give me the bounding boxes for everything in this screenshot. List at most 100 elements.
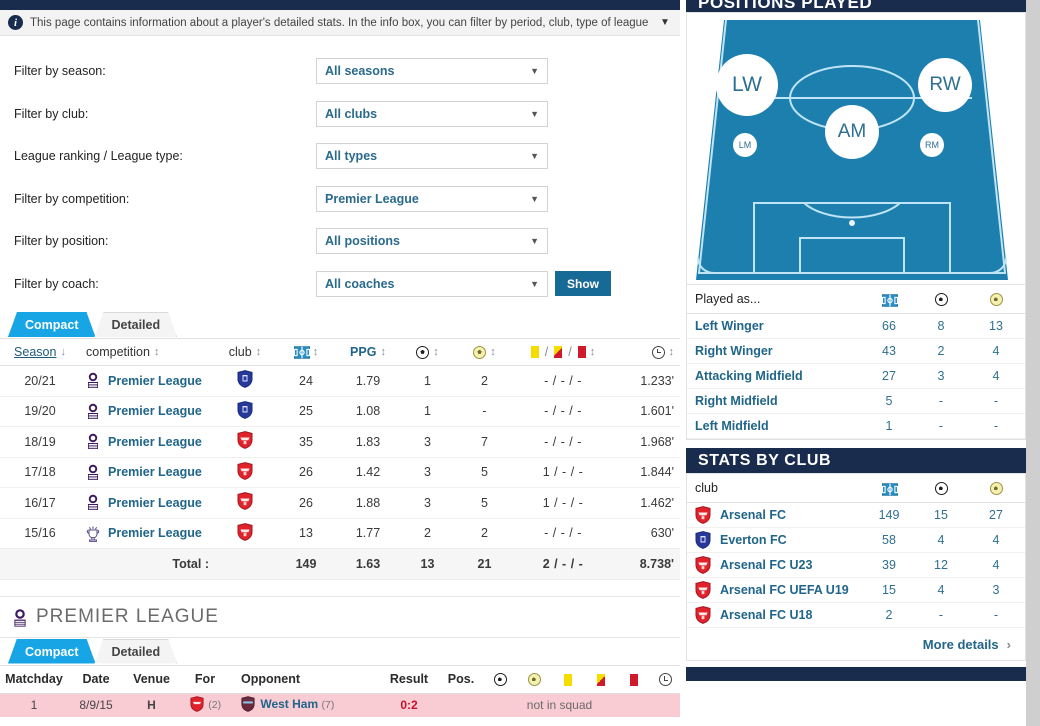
chevron-down-icon[interactable]: ▼ [658, 17, 672, 28]
th-result[interactable]: Result [379, 664, 439, 694]
th-appearances[interactable]: ↕ [275, 338, 337, 366]
club-link[interactable]: Arsenal FC [720, 508, 786, 522]
competition-link[interactable]: Premier League [108, 496, 202, 510]
show-button[interactable]: Show [555, 271, 611, 297]
club-link[interactable]: Arsenal FC UEFA U19 [720, 583, 849, 597]
th-goals[interactable]: ↕ [399, 338, 456, 366]
th-opponent[interactable]: Opponent [231, 664, 379, 694]
cell-position[interactable]: Left Winger [687, 313, 863, 339]
position-marker-am[interactable]: AM [825, 105, 879, 159]
position-link[interactable]: Right Winger [695, 344, 773, 358]
list-item[interactable]: Arsenal FC UEFA U19 15 4 3 [687, 577, 1025, 603]
cell-competition[interactable]: Premier League [80, 518, 215, 549]
list-item[interactable]: Attacking Midfield 27 3 4 [687, 363, 1025, 389]
club-link[interactable]: Everton FC [720, 533, 787, 547]
th-played-as-assists[interactable] [967, 284, 1025, 314]
cell-competition[interactable]: Premier League [80, 396, 215, 427]
th-goals-fixture[interactable] [483, 664, 517, 694]
cell-club[interactable] [215, 487, 275, 519]
opponent-link[interactable]: West Ham [260, 697, 318, 711]
list-item[interactable]: Arsenal FC U18 2 - - [687, 602, 1025, 628]
competition-select[interactable]: Premier League ▼ [316, 185, 548, 212]
list-item[interactable]: Arsenal FC U23 39 12 4 [687, 552, 1025, 578]
position-marker-lm[interactable]: LM [733, 133, 757, 157]
th-club-apps[interactable] [863, 473, 915, 503]
tab-compact-fixtures[interactable]: Compact [8, 639, 95, 664]
cell-club-name[interactable]: Arsenal FC [687, 502, 863, 528]
list-item[interactable]: Arsenal FC 149 15 27 [687, 502, 1025, 528]
th-date[interactable]: Date [68, 664, 124, 694]
season-select[interactable]: All seasons ▼ [316, 58, 548, 85]
table-row[interactable]: 20/21 Premier League 24 1.79 1 2 - / - /… [0, 365, 680, 397]
cell-club[interactable] [215, 365, 275, 397]
th-club-assists[interactable] [967, 473, 1025, 503]
list-item[interactable]: Right Winger 43 2 4 [687, 338, 1025, 364]
list-item[interactable]: Left Winger 66 8 13 [687, 313, 1025, 339]
club-select[interactable]: All clubs ▼ [316, 100, 548, 127]
table-row[interactable]: 18/19 Premier League 35 1.83 3 7 - / - /… [0, 426, 680, 458]
th-matchday[interactable]: Matchday [0, 664, 68, 694]
cell-position[interactable]: Right Winger [687, 338, 863, 364]
cell-club-name[interactable]: Arsenal FC UEFA U19 [687, 577, 863, 603]
tab-detailed-fixtures[interactable]: Detailed [94, 639, 177, 664]
cell-position[interactable]: Attacking Midfield [687, 363, 863, 389]
cell-competition[interactable]: Premier League [80, 487, 215, 519]
th-position[interactable]: Pos. [439, 664, 483, 694]
cell-club[interactable] [215, 457, 275, 488]
tab-detailed[interactable]: Detailed [94, 312, 177, 337]
info-bar[interactable]: i This page contains information about a… [0, 10, 680, 36]
cell-club-name[interactable]: Everton FC [687, 527, 863, 553]
position-select[interactable]: All positions ▼ [316, 228, 548, 255]
table-row[interactable]: 16/17 Premier League 26 1.88 3 5 1 / - /… [0, 487, 680, 519]
table-row[interactable]: 15/16 Premier League 13 1.77 2 2 - / - /… [0, 518, 680, 549]
competition-link[interactable]: Premier League [108, 404, 202, 418]
th-red[interactable] [617, 664, 650, 694]
position-link[interactable]: Left Winger [695, 319, 764, 333]
cell-position[interactable]: Right Midfield [687, 388, 863, 414]
table-row[interactable]: 1 8/9/15 H (2) West Ham (7) 0:2 not in s… [0, 693, 680, 717]
cell-club-name[interactable]: Arsenal FC U23 [687, 552, 863, 578]
list-item[interactable]: Everton FC 58 4 4 [687, 527, 1025, 553]
th-second-yellow[interactable] [584, 664, 617, 694]
th-venue[interactable]: Venue [124, 664, 179, 694]
th-club-goals[interactable] [915, 473, 967, 503]
coach-select[interactable]: All coaches ▼ [316, 270, 548, 297]
table-row[interactable]: 19/20 Premier League 25 1.08 1 - - / - /… [0, 396, 680, 427]
th-competition[interactable]: competition ↕ [80, 338, 215, 366]
position-link[interactable]: Right Midfield [695, 394, 778, 408]
th-cards[interactable]: / / ↕ [513, 338, 613, 366]
competition-link[interactable]: Premier League [108, 374, 202, 388]
list-item[interactable]: Left Midfield 1 - - [687, 413, 1025, 439]
cell-club[interactable] [215, 396, 275, 427]
cell-position[interactable]: Left Midfield [687, 413, 863, 439]
th-assists[interactable]: ↕ [456, 338, 513, 366]
th-for[interactable]: For [179, 664, 231, 694]
club-link[interactable]: Arsenal FC U18 [720, 608, 812, 622]
competition-link[interactable]: Premier League [108, 526, 202, 540]
cell-competition[interactable]: Premier League [80, 365, 215, 397]
th-assists-fixture[interactable] [517, 664, 551, 694]
cell-competition[interactable]: Premier League [80, 426, 215, 458]
competition-link[interactable]: Premier League [108, 435, 202, 449]
th-played-as-goals[interactable] [915, 284, 967, 314]
page-scrollbar[interactable] [1026, 0, 1040, 726]
th-played-as-apps[interactable] [863, 284, 915, 314]
competition-link[interactable]: Premier League [108, 465, 202, 479]
tab-compact[interactable]: Compact [8, 312, 95, 337]
cell-for[interactable]: (2) [179, 693, 231, 717]
list-item[interactable]: Right Midfield 5 - - [687, 388, 1025, 414]
th-minutes[interactable]: ↕ [613, 338, 680, 366]
table-row[interactable]: 17/18 Premier League 26 1.42 3 5 1 / - /… [0, 457, 680, 488]
cell-result[interactable]: 0:2 [379, 693, 439, 717]
cell-competition[interactable]: Premier League [80, 457, 215, 488]
position-marker-lw[interactable]: LW [716, 54, 778, 116]
th-yellow[interactable] [551, 664, 584, 694]
th-ppg[interactable]: PPG ↕ [337, 338, 399, 366]
position-link[interactable]: Left Midfield [695, 419, 769, 433]
th-club[interactable]: club ↕ [215, 338, 275, 366]
position-marker-rw[interactable]: RW [918, 58, 972, 112]
position-marker-rm[interactable]: RM [920, 133, 944, 157]
th-minutes-fixture[interactable] [650, 664, 680, 694]
cell-opponent[interactable]: West Ham (7) [231, 693, 379, 717]
league-type-select[interactable]: All types ▼ [316, 143, 548, 170]
